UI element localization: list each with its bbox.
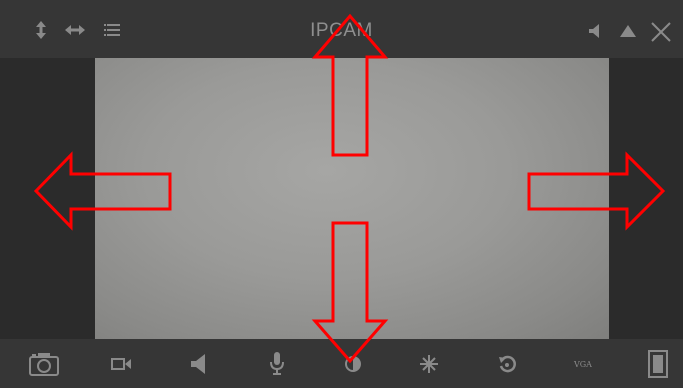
left-panel <box>0 0 95 388</box>
right-panel <box>609 0 683 388</box>
speaker-icon[interactable] <box>587 23 601 39</box>
warning-icon[interactable] <box>619 24 637 38</box>
speaker-icon[interactable] <box>189 353 207 375</box>
camera-snapshot-icon[interactable] <box>28 351 60 377</box>
resolution-icon[interactable]: VGA <box>570 357 596 371</box>
portrait-mode-icon[interactable] <box>645 349 671 379</box>
video-record-icon[interactable] <box>110 356 132 372</box>
rotate-icon[interactable] <box>496 353 518 375</box>
camera-video-feed[interactable] <box>95 58 609 339</box>
app-title: IPCAM <box>310 20 373 41</box>
brightness-icon[interactable] <box>418 353 440 375</box>
bottom-toolbar: VGA <box>0 339 683 388</box>
top-toolbar: IPCAM <box>0 0 683 58</box>
close-icon[interactable] <box>649 20 673 44</box>
resolution-label: VGA <box>574 359 592 369</box>
microphone-icon[interactable] <box>268 351 286 377</box>
